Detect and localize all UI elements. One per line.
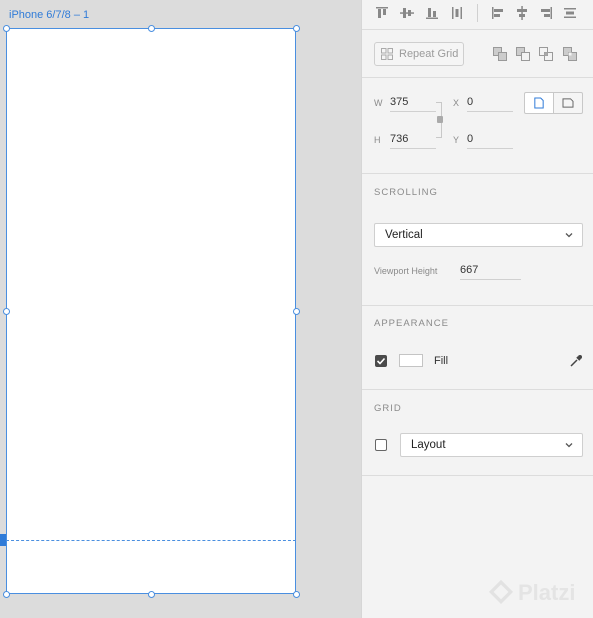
- fill-checkbox[interactable]: [375, 355, 387, 367]
- landscape-icon: [562, 98, 574, 108]
- eyedropper-icon[interactable]: [568, 353, 584, 369]
- resize-handle-middle-right[interactable]: [293, 308, 300, 315]
- lock-icon[interactable]: [437, 116, 443, 123]
- resize-handle-middle-left[interactable]: [3, 308, 10, 315]
- resize-handle-top-center[interactable]: [148, 25, 155, 32]
- viewport-height-handle[interactable]: [0, 534, 6, 546]
- grid-checkbox[interactable]: [375, 439, 387, 451]
- scrolling-title: SCROLLING: [374, 187, 438, 198]
- align-center-icon[interactable]: [514, 5, 530, 21]
- portrait-orientation-button[interactable]: [524, 92, 554, 114]
- width-label: W: [374, 98, 383, 108]
- align-toolbar: [362, 0, 593, 30]
- y-input[interactable]: 0: [467, 133, 513, 149]
- property-inspector: Repeat Grid W 375 H 736 X 0 Y 0 SCROLLIN…: [361, 0, 593, 618]
- artboard-title[interactable]: iPhone 6/7/8 – 1: [9, 9, 89, 21]
- align-bottom-icon[interactable]: [424, 5, 440, 21]
- exclude-icon[interactable]: [562, 46, 578, 62]
- landscape-orientation-button[interactable]: [553, 92, 583, 114]
- portrait-icon: [534, 97, 544, 109]
- artboard[interactable]: [6, 28, 296, 594]
- viewport-height-label: Viewport Height: [374, 266, 438, 276]
- viewport-height-guide: [6, 540, 296, 541]
- toolbar-divider: [477, 4, 478, 22]
- fill-label: Fill: [434, 355, 449, 367]
- repeat-grid-button[interactable]: Repeat Grid: [374, 42, 464, 66]
- align-middle-icon[interactable]: [399, 5, 415, 21]
- width-input[interactable]: 375: [390, 96, 436, 112]
- align-top-icon[interactable]: [374, 5, 390, 21]
- union-icon[interactable]: [492, 46, 508, 62]
- scrolling-dropdown[interactable]: Vertical: [374, 223, 583, 247]
- resize-handle-bottom-right[interactable]: [293, 591, 300, 598]
- grid-title: GRID: [374, 403, 402, 414]
- watermark-text: Platzi: [518, 580, 576, 605]
- align-right-icon[interactable]: [538, 5, 554, 21]
- repeat-grid-label: Repeat Grid: [399, 48, 459, 60]
- resize-handle-top-left[interactable]: [3, 25, 10, 32]
- resize-handle-bottom-left[interactable]: [3, 591, 10, 598]
- align-left-icon[interactable]: [490, 5, 506, 21]
- appearance-title: APPEARANCE: [374, 318, 449, 329]
- height-label: H: [374, 135, 381, 145]
- intersect-icon[interactable]: [538, 46, 554, 62]
- grid-type-selected: Layout: [411, 439, 446, 451]
- canvas[interactable]: iPhone 6/7/8 – 1: [0, 0, 361, 618]
- height-input[interactable]: 736: [390, 133, 436, 149]
- resize-handle-top-right[interactable]: [293, 25, 300, 32]
- distribute-horizontal-icon[interactable]: [562, 5, 578, 21]
- resize-handle-bottom-center[interactable]: [148, 591, 155, 598]
- platzi-logo-icon: [488, 580, 514, 604]
- y-label: Y: [453, 135, 460, 145]
- chevron-down-icon: [565, 233, 573, 238]
- viewport-height-input[interactable]: 667: [460, 264, 521, 280]
- x-input[interactable]: 0: [467, 96, 513, 112]
- platzi-watermark: Platzi: [488, 580, 575, 606]
- subtract-icon[interactable]: [515, 46, 531, 62]
- checkmark-icon: [376, 357, 386, 365]
- fill-color-swatch[interactable]: [399, 354, 423, 367]
- repeat-grid-icon: [381, 48, 393, 60]
- x-label: X: [453, 98, 460, 108]
- grid-type-dropdown[interactable]: Layout: [400, 433, 583, 457]
- scrolling-selected: Vertical: [385, 229, 423, 241]
- chevron-down-icon: [565, 443, 573, 448]
- distribute-vertical-icon[interactable]: [449, 5, 465, 21]
